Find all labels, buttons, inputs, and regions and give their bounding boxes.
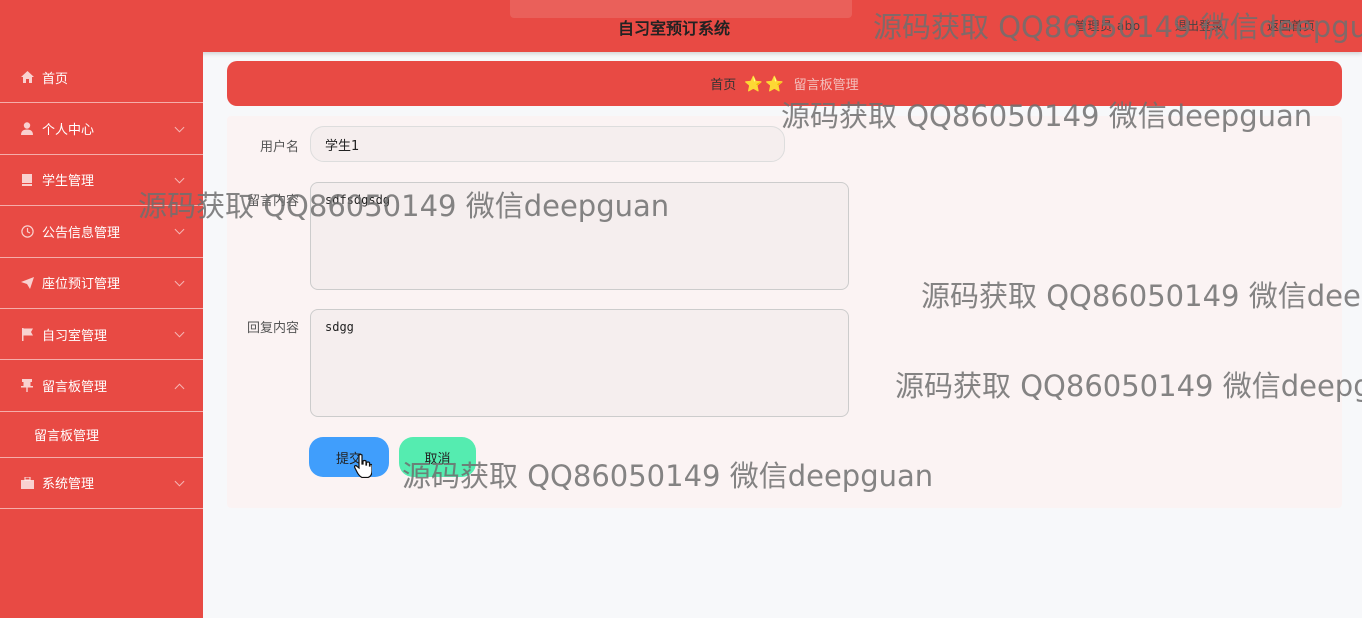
- book-icon: [20, 173, 34, 187]
- return-home-link[interactable]: 返回首页: [1267, 17, 1315, 34]
- sidebar-item-label: 个人中心: [42, 123, 95, 139]
- reply-content-textarea[interactable]: sdgg: [310, 309, 849, 417]
- sidebar-item-label: 留言板管理: [42, 380, 108, 396]
- sidebar-item-home[interactable]: 首页: [0, 52, 203, 104]
- message-content-textarea[interactable]: sdfsdgsdg: [310, 182, 849, 290]
- sidebar-item-label: 首页: [42, 71, 69, 87]
- breadcrumb-current: 留言板管理: [793, 78, 859, 93]
- chevron-down-icon: [174, 122, 185, 133]
- username-label: 用户名: [259, 140, 299, 155]
- send-icon: [20, 276, 34, 290]
- chevron-down-icon: [174, 276, 185, 287]
- home-icon: [20, 70, 34, 84]
- chevron-down-icon: [174, 173, 185, 184]
- sidebar-subitem-label: 留言板管理: [34, 428, 100, 444]
- chevron-down-icon: [174, 224, 185, 235]
- sidebar: 首页 个人中心 学生管理 公告信息管理 座位预订管理 自习室管理 留言板管理 留…: [0, 52, 203, 618]
- sidebar-item-system-management[interactable]: 系统管理: [0, 458, 203, 510]
- sidebar-item-announcement-management[interactable]: 公告信息管理: [0, 206, 203, 258]
- chevron-down-icon: [174, 327, 185, 338]
- current-user: 管理员 abo: [1075, 19, 1141, 33]
- username-input[interactable]: [310, 126, 785, 162]
- logout-link[interactable]: 退出登录: [1175, 17, 1223, 34]
- sidebar-item-study-room-management[interactable]: 自习室管理: [0, 309, 203, 361]
- hand-cursor-icon: [353, 453, 373, 484]
- sidebar-item-message-board-management[interactable]: 留言板管理: [0, 360, 203, 412]
- briefcase-icon: [20, 476, 34, 490]
- sidebar-item-label: 座位预订管理: [42, 277, 121, 293]
- sidebar-item-personal-center[interactable]: 个人中心: [0, 103, 203, 155]
- breadcrumb-star-separator-icon: ⭐⭐: [744, 74, 786, 93]
- sidebar-item-label: 系统管理: [42, 477, 95, 493]
- breadcrumb: 首页 ⭐⭐ 留言板管理: [227, 61, 1342, 106]
- breadcrumb-home[interactable]: 首页: [710, 74, 736, 93]
- top-header: 自习室预订系统 管理员 abo 退出登录 返回首页: [0, 0, 1362, 52]
- clock-icon: [20, 224, 34, 238]
- message-content-label: 留言内容: [246, 194, 299, 209]
- sidebar-item-student-management[interactable]: 学生管理: [0, 155, 203, 207]
- sidebar-item-seat-booking-management[interactable]: 座位预订管理: [0, 258, 203, 309]
- user-icon: [20, 122, 34, 136]
- sidebar-item-label: 自习室管理: [42, 328, 108, 344]
- chevron-up-icon: [174, 383, 185, 393]
- sidebar-item-label: 学生管理: [42, 174, 95, 190]
- sidebar-subitem-message-board[interactable]: 留言板管理: [0, 412, 203, 458]
- submit-button[interactable]: 提交: [309, 437, 389, 477]
- sidebar-item-label: 公告信息管理: [42, 225, 121, 241]
- cancel-button[interactable]: 取消: [399, 437, 476, 477]
- flag-icon: [20, 327, 34, 341]
- pin-icon: [20, 379, 34, 393]
- chevron-down-icon: [174, 476, 185, 487]
- app-title: 自习室预订系统: [618, 19, 731, 38]
- reply-content-label: 回复内容: [246, 321, 299, 336]
